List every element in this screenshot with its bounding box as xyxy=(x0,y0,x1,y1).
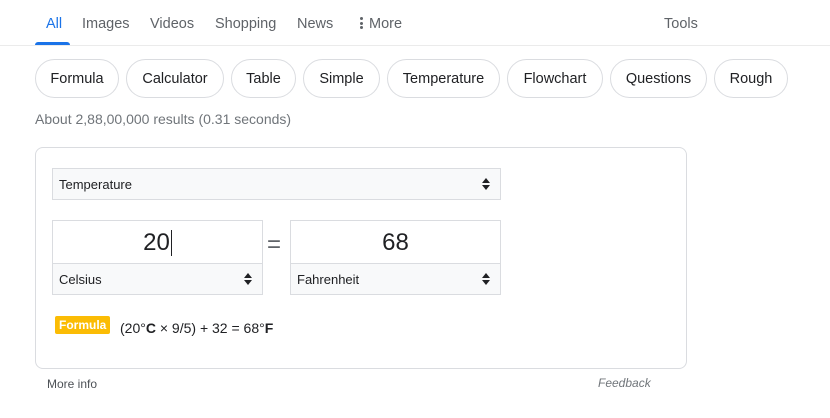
active-tab-indicator xyxy=(35,42,70,45)
search-tabs: All Images Videos Shopping News More Too… xyxy=(0,0,830,46)
chip-formula[interactable]: Formula xyxy=(35,59,119,98)
to-unit-value: Fahrenheit xyxy=(297,271,360,287)
from-unit-value: Celsius xyxy=(59,271,102,287)
from-value-input[interactable]: 20 xyxy=(52,220,263,264)
formula-unit-to: F xyxy=(264,320,274,336)
chip-simple[interactable]: Simple xyxy=(303,59,380,98)
more-info-link[interactable]: More info xyxy=(47,377,97,391)
to-unit-select[interactable]: Fahrenheit xyxy=(290,263,501,295)
more-vert-icon xyxy=(360,16,363,31)
tab-more-label: More xyxy=(369,16,403,32)
tools-button[interactable]: Tools xyxy=(664,16,698,32)
chip-questions[interactable]: Questions xyxy=(610,59,707,98)
chip-temperature[interactable]: Temperature xyxy=(387,59,500,98)
formula-middle: × 9/5) + 32 = 68° xyxy=(155,320,265,336)
chip-flowchart[interactable]: Flowchart xyxy=(507,59,603,98)
tab-more[interactable]: More xyxy=(360,16,402,32)
from-unit-select[interactable]: Celsius xyxy=(52,263,263,295)
tab-videos[interactable]: Videos xyxy=(150,16,194,32)
select-arrows-icon xyxy=(244,273,252,285)
result-stats: About 2,88,00,000 results (0.31 seconds) xyxy=(35,111,292,127)
measure-select-value: Temperature xyxy=(59,176,132,192)
measure-select[interactable]: Temperature xyxy=(52,168,501,200)
chip-rough[interactable]: Rough xyxy=(714,59,788,98)
tab-shopping[interactable]: Shopping xyxy=(215,16,276,32)
tab-images[interactable]: Images xyxy=(82,16,130,32)
tab-all[interactable]: All xyxy=(46,16,62,32)
formula-unit-from: C xyxy=(145,320,156,336)
to-value: 68 xyxy=(382,228,409,256)
chip-calculator[interactable]: Calculator xyxy=(126,59,224,98)
formula-badge: Formula xyxy=(55,316,111,334)
from-value: 20 xyxy=(143,228,170,256)
formula-open: (20° xyxy=(120,320,146,336)
select-arrows-icon xyxy=(482,178,490,190)
to-value-input[interactable]: 68 xyxy=(290,220,501,264)
chip-table[interactable]: Table xyxy=(231,59,296,98)
text-cursor xyxy=(170,229,172,256)
tab-news[interactable]: News xyxy=(297,16,333,32)
formula-text: (20°C × 9/5) + 32 = 68°F xyxy=(120,320,273,336)
feedback-link[interactable]: Feedback xyxy=(598,376,651,390)
equals-sign: = xyxy=(267,231,282,258)
select-arrows-icon xyxy=(482,273,490,285)
